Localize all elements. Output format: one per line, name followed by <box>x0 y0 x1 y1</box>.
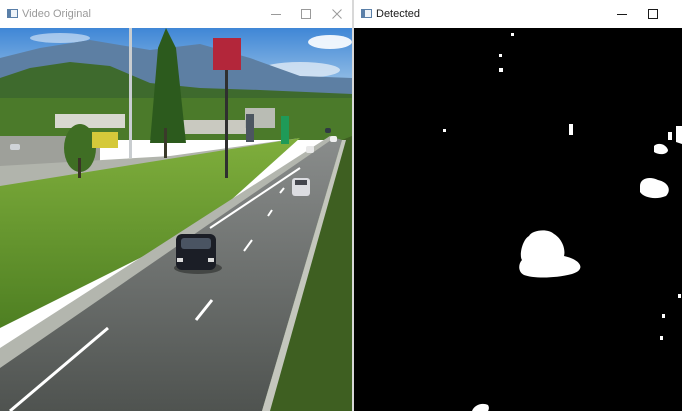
maximize-icon <box>301 9 311 19</box>
video-original-titlebar[interactable]: Video Original <box>0 0 352 28</box>
detected-window: Detected <box>354 0 682 411</box>
detected-blob <box>569 124 573 135</box>
maximize-button[interactable] <box>643 4 663 24</box>
video-frame <box>0 28 352 411</box>
minimize-icon <box>271 14 281 15</box>
car <box>330 136 337 142</box>
detected-blob <box>668 132 672 140</box>
car <box>10 144 20 150</box>
close-button[interactable] <box>327 4 347 24</box>
detected-blob <box>499 68 503 72</box>
car <box>174 234 222 274</box>
detection-mask <box>354 28 682 411</box>
detected-blob <box>511 33 514 36</box>
foreground-mask-frame <box>354 28 682 411</box>
highway-video-frame <box>0 28 352 411</box>
detected-blob <box>676 126 682 144</box>
car <box>292 178 310 196</box>
app-window-icon <box>7 9 18 18</box>
video-original-window: Video Original <box>0 0 352 411</box>
detected-titlebar[interactable]: Detected <box>354 0 682 28</box>
maximize-button[interactable] <box>296 4 316 24</box>
minimize-button[interactable] <box>612 4 632 24</box>
detected-blob <box>443 129 446 132</box>
car <box>306 146 314 153</box>
minimize-icon <box>617 14 627 15</box>
video-original-title: Video Original <box>22 8 91 20</box>
detected-blob <box>678 294 681 298</box>
detected-blob <box>662 314 665 318</box>
car <box>325 128 331 133</box>
close-icon <box>332 9 342 19</box>
detected-blob <box>660 336 663 340</box>
app-window-icon <box>361 9 372 18</box>
detected-title: Detected <box>376 8 421 20</box>
maximize-icon <box>648 9 658 19</box>
minimize-button[interactable] <box>266 4 286 24</box>
detected-blob <box>499 54 502 57</box>
